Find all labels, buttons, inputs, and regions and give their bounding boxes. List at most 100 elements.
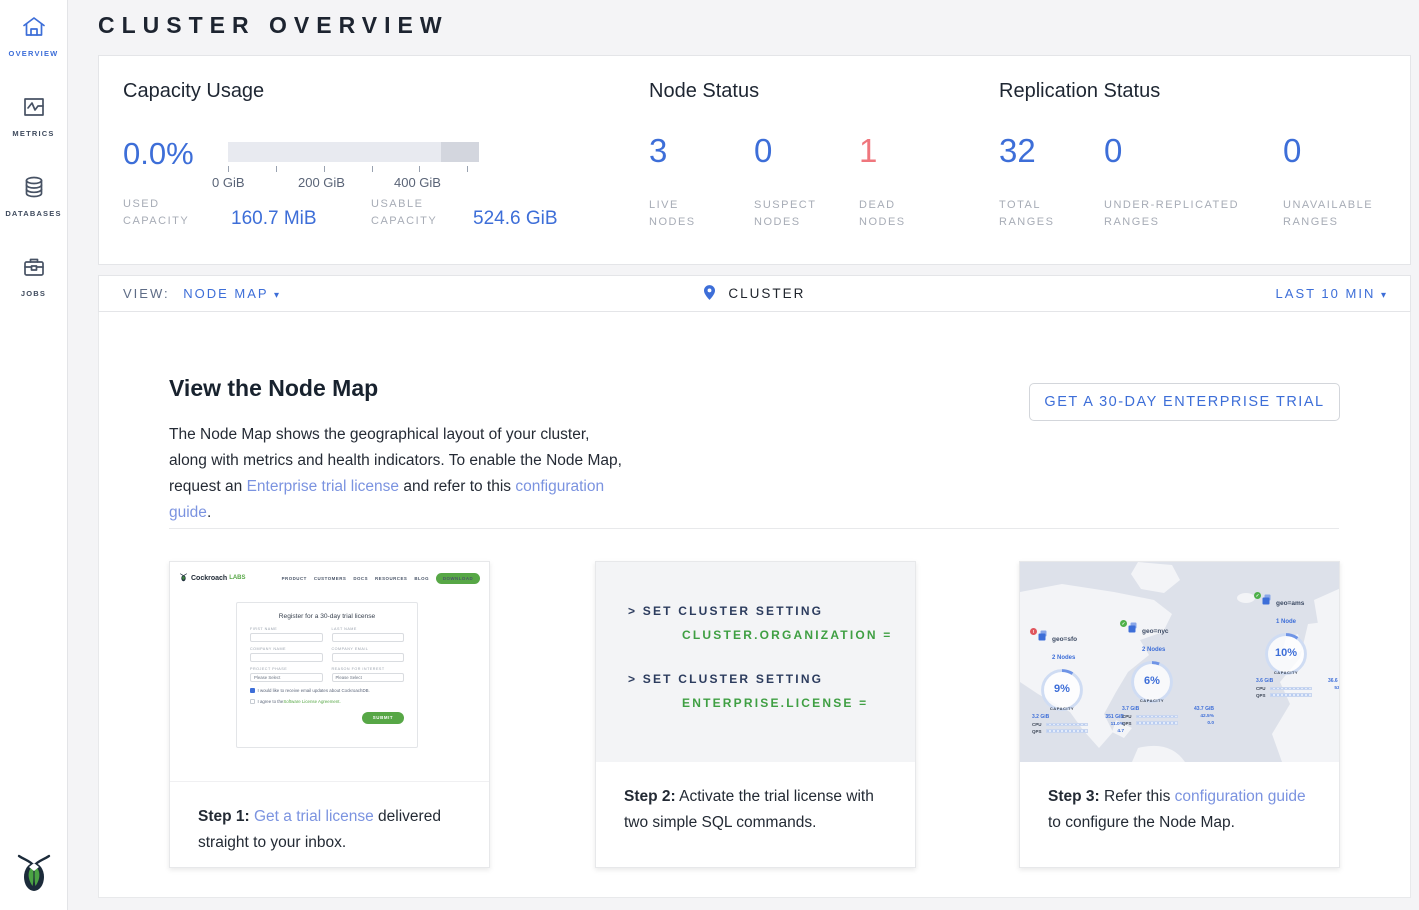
locality-name: geo=nyc: [1142, 628, 1169, 635]
axis-tick: [372, 166, 373, 172]
thumb-field-label: LAST NAME: [332, 627, 405, 631]
step-1-caption: Step 1: Get a trial license delivered st…: [170, 782, 489, 856]
thumb-nav-item: DOCS: [353, 576, 368, 581]
enterprise-trial-license-link[interactable]: Enterprise trial license: [247, 478, 399, 495]
locality-ams: ✓ geo=ams 1 Node: [1254, 592, 1339, 698]
thumb-nav: PRODUCT CUSTOMERS DOCS RESOURCES BLOG DO…: [282, 573, 480, 584]
total-capacity: 43.7 GiB: [1194, 706, 1214, 712]
sql-prompt-line: > SET CLUSTER SETTING: [628, 604, 915, 618]
time-range-value[interactable]: LAST 10 MIN: [1276, 286, 1376, 301]
capacity-percent: 10%: [1275, 647, 1297, 659]
capacity-gauge: 9% CAPACITY: [1040, 668, 1084, 712]
unavailable-ranges-label: UNAVAILABLE RANGES: [1283, 197, 1393, 231]
ok-status-icon: ✓: [1254, 592, 1261, 599]
dead-nodes-value: 1: [859, 132, 877, 170]
thumb-nav-item: BLOG: [414, 576, 429, 581]
axis-tick: [467, 166, 468, 172]
cpu-bar: [1046, 723, 1088, 727]
thumb-field-label: COMPANY EMAIL: [332, 647, 405, 651]
total-capacity: 36.6 GiB: [1328, 678, 1339, 684]
capacity-usage-title: Capacity Usage: [123, 80, 264, 103]
thumb-checkbox-label: I agree to the: [258, 699, 284, 704]
sidebar-item-databases[interactable]: DATABASES: [0, 174, 67, 218]
page-title: CLUSTER OVERVIEW: [98, 12, 449, 39]
thumb-input: [332, 653, 405, 662]
time-range-selector[interactable]: LAST 10 MIN ▾: [1276, 286, 1388, 301]
step-1-card: Cockroach LABS PRODUCT CUSTOMERS DOCS RE…: [169, 561, 490, 868]
capacity-bar-chart: [228, 142, 479, 162]
thumb-site-header: Cockroach LABS PRODUCT CUSTOMERS DOCS RE…: [170, 562, 489, 587]
thumb-form-title: Register for a 30-day trial license: [250, 613, 404, 620]
under-replicated-ranges-value: 0: [1104, 132, 1122, 170]
cpu-bar: [1270, 687, 1312, 691]
register-page-thumbnail: Cockroach LABS PRODUCT CUSTOMERS DOCS RE…: [170, 562, 489, 782]
axis-tick: [419, 166, 420, 172]
thumb-submit-button: SUBMIT: [362, 712, 404, 724]
thumb-input: [332, 633, 405, 642]
usable-capacity-value: 524.6 GiB: [473, 208, 558, 230]
live-nodes-label: LIVE NODES: [649, 197, 729, 231]
locality-name: geo=sfo: [1052, 636, 1077, 643]
thumb-field-label: REASON FOR INTEREST: [332, 667, 405, 671]
step-3-card: ! geo=sfo 2 Nodes: [1019, 561, 1340, 868]
nodes-cube-icon: [1038, 628, 1049, 639]
get-trial-license-link[interactable]: Get a trial license: [254, 808, 374, 825]
node-status-title: Node Status: [649, 80, 759, 103]
thumb-checkbox-row: I would like to receive email updates ab…: [250, 688, 404, 693]
description-text: and refer to this: [399, 478, 515, 495]
description-text: .: [207, 504, 211, 521]
cockroachdb-logo-icon: [13, 848, 55, 894]
suspect-nodes-value: 0: [754, 132, 772, 170]
capacity-gauge: 10% CAPACITY: [1264, 632, 1308, 676]
live-nodes-value: 3: [649, 132, 667, 170]
thumb-checkbox-label: I would like to receive email updates ab…: [258, 688, 370, 693]
configuration-guide-link[interactable]: configuration guide: [1175, 788, 1306, 805]
axis-tick-label: 400 GiB: [394, 175, 441, 190]
metrics-icon: [21, 94, 47, 120]
unavailable-ranges-value: 0: [1283, 132, 1301, 170]
thumb-register-form: Register for a 30-day trial license FIRS…: [236, 602, 418, 748]
thumb-field-label: PROJECT PHASE: [250, 667, 323, 671]
locality-node-count: 2 Nodes: [1142, 647, 1165, 653]
thumb-field-label: FIRST NAME: [250, 627, 323, 631]
sql-setting-line: ENTERPRISE.LICENSE =: [682, 696, 915, 710]
view-bar: VIEW: NODE MAP ▾ CLUSTER LAST 10 MIN ▾: [98, 275, 1411, 312]
qps-value: 0.0: [1207, 721, 1214, 726]
sidebar-item-jobs[interactable]: JOBS: [0, 254, 67, 298]
sql-prompt-line: > SET CLUSTER SETTING: [628, 672, 915, 686]
thumb-license-link: Software License Agreement.: [283, 699, 340, 704]
enterprise-trial-button[interactable]: GET A 30-DAY ENTERPRISE TRIAL: [1029, 383, 1340, 421]
capacity-percent: 9%: [1054, 683, 1070, 695]
replication-status-title: Replication Status: [999, 80, 1160, 103]
locality-node-count: 2 Nodes: [1052, 655, 1075, 661]
checkbox-checked-icon: [250, 688, 255, 693]
cpu-label: CPU: [1122, 714, 1136, 719]
thumb-brand: Cockroach: [191, 575, 227, 582]
cpu-label: CPU: [1032, 722, 1046, 727]
axis-tick-label: 0 GiB: [212, 175, 245, 190]
dead-nodes-label: DEAD NODES: [859, 197, 939, 231]
sidebar-item-metrics[interactable]: METRICS: [0, 94, 67, 138]
qps-bar: [1136, 721, 1178, 725]
chevron-down-icon[interactable]: ▾: [1381, 290, 1388, 301]
map-pin-icon: [704, 285, 715, 300]
thumb-select: Please Select: [250, 673, 323, 682]
step-label: Step 2:: [624, 788, 676, 805]
cpu-value: 42.5%: [1200, 714, 1214, 719]
usable-capacity-label: USABLE CAPACITY: [371, 196, 463, 230]
cpu-bar: [1136, 715, 1178, 719]
total-ranges-label: TOTAL RANGES: [999, 197, 1079, 231]
capacity-used-percent: 0.0%: [123, 136, 194, 172]
under-replicated-ranges-label: UNDER-REPLICATED RANGES: [1104, 197, 1269, 231]
nodes-cube-icon: [1262, 592, 1273, 603]
thumb-brand-suffix: LABS: [229, 575, 245, 581]
axis-tick-label: 200 GiB: [298, 175, 345, 190]
capacity-bar-segment: [441, 142, 479, 162]
total-ranges-value: 32: [999, 132, 1036, 170]
sidebar-item-overview[interactable]: OVERVIEW: [0, 14, 67, 58]
breadcrumb-cluster: CLUSTER: [728, 286, 805, 301]
qps-label: QPS: [1032, 729, 1046, 734]
step-2-card: > SET CLUSTER SETTING CLUSTER.ORGANIZATI…: [595, 561, 916, 868]
caption-text: to configure the Node Map.: [1048, 814, 1235, 831]
used-capacity-label: USED CAPACITY: [123, 196, 215, 230]
